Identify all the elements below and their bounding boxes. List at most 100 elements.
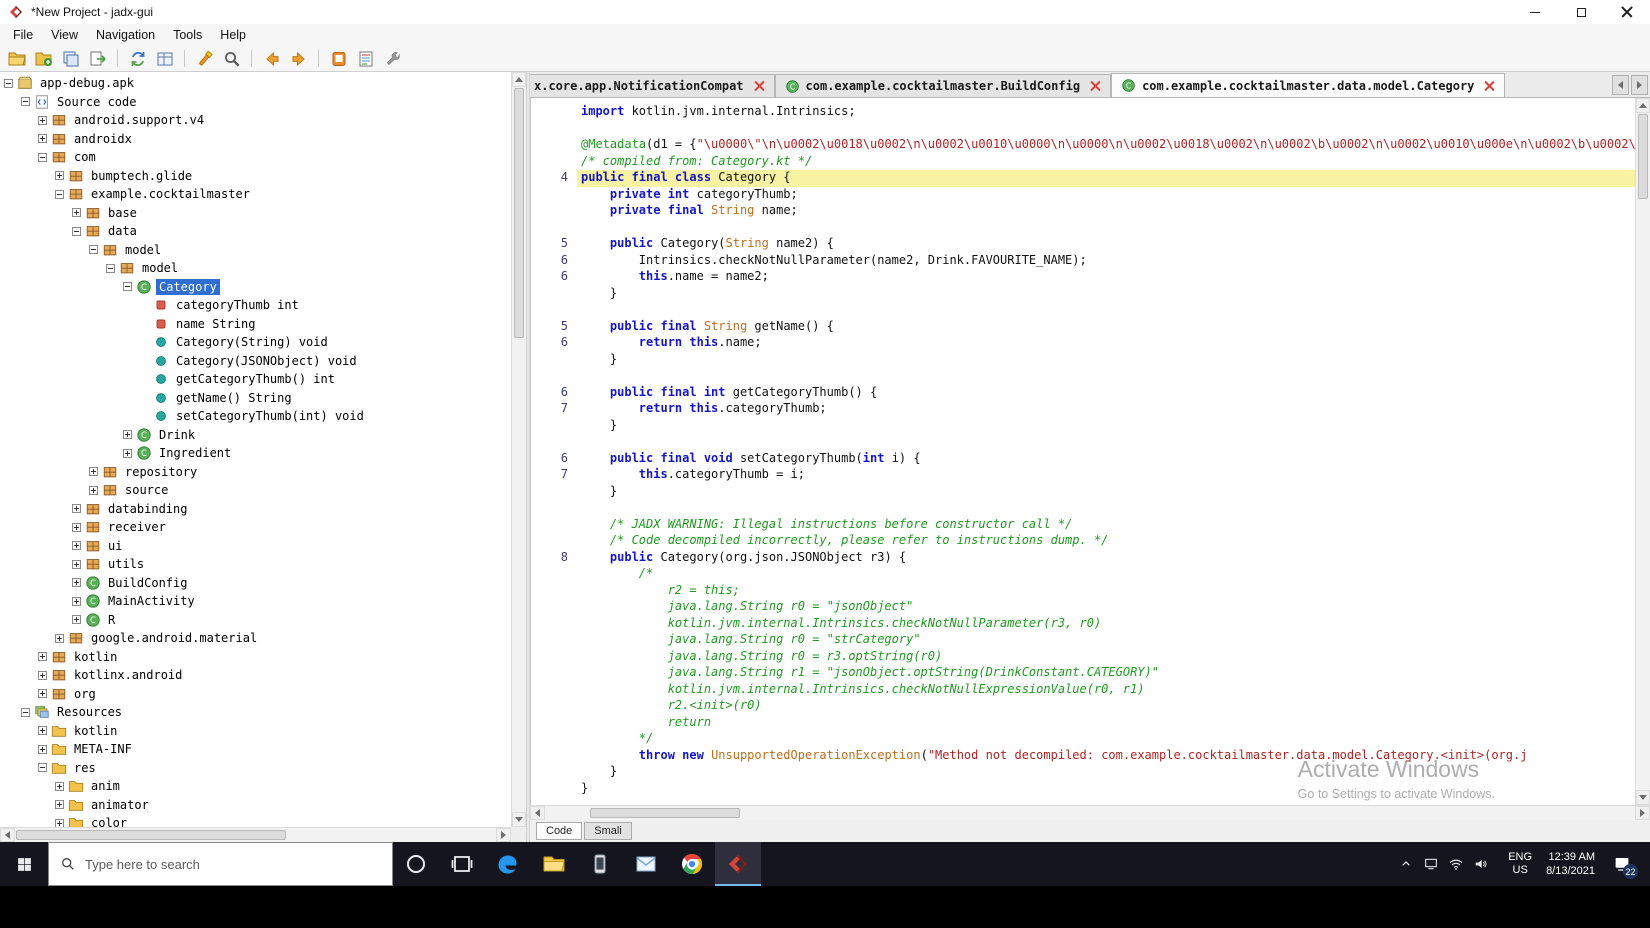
action-center-button[interactable]: 22 [1602, 842, 1642, 886]
minimize-button[interactable] [1512, 0, 1558, 24]
close-tab-icon[interactable] [1484, 80, 1495, 91]
maximize-button[interactable] [1558, 0, 1604, 24]
add-files-button[interactable] [31, 47, 56, 70]
reload-button[interactable] [125, 47, 150, 70]
tab-scroll-right-button[interactable] [1631, 75, 1648, 95]
expand-handle-icon[interactable] [55, 171, 64, 181]
open-file-button[interactable] [4, 47, 29, 70]
collapse-handle-icon[interactable] [123, 282, 132, 292]
expand-handle-icon[interactable] [55, 781, 64, 791]
tree-item-androidx[interactable]: androidx [0, 130, 511, 149]
jadx-taskbar-button[interactable] [715, 842, 761, 886]
expand-handle-icon[interactable] [55, 633, 64, 643]
tree-item-source-code[interactable]: Source code [0, 93, 511, 112]
collapse-handle-icon[interactable] [21, 97, 30, 107]
expand-handle-icon[interactable] [72, 522, 81, 532]
tree-item-setcategorythumb-int-void[interactable]: setCategoryThumb(int) void [0, 407, 511, 426]
mail-taskbar-button[interactable] [623, 842, 669, 886]
tree-item-app-debug-apk[interactable]: app-debug.apk [0, 74, 511, 93]
tree-item-category-jsonobject-void[interactable]: Category(JSONObject) void [0, 352, 511, 371]
preferences-button[interactable] [380, 47, 405, 70]
close-tab-icon[interactable] [754, 81, 765, 92]
tree-item-getcategorythumb-int[interactable]: getCategoryThumb() int [0, 370, 511, 389]
tree-item-getname-string[interactable]: getName() String [0, 389, 511, 408]
tree-item-data[interactable]: data [0, 222, 511, 241]
expand-handle-icon[interactable] [72, 559, 81, 569]
smali-tab[interactable]: Smali [584, 822, 632, 840]
close-tab-icon[interactable] [1090, 81, 1101, 92]
search-class-button[interactable] [219, 47, 244, 70]
tree-horizontal-scrollbar[interactable] [0, 827, 511, 842]
tree-item-kotlin[interactable]: kotlin [0, 722, 511, 741]
menu-item-navigation[interactable]: Navigation [87, 26, 164, 44]
editor-scroll-left-button[interactable] [530, 806, 545, 820]
expand-handle-icon[interactable] [55, 818, 64, 827]
menu-item-file[interactable]: File [4, 26, 42, 44]
menu-item-help[interactable]: Help [211, 26, 255, 44]
tree-item-kotlinx-android[interactable]: kotlinx.android [0, 666, 511, 685]
collapse-handle-icon[interactable] [21, 707, 30, 717]
tree-item-com[interactable]: com [0, 148, 511, 167]
task-view-button[interactable] [439, 842, 485, 886]
chrome-taskbar-button[interactable] [669, 842, 715, 886]
tree-item-categorythumb-int[interactable]: categoryThumb int [0, 296, 511, 315]
taskbar-search[interactable]: Type here to search [48, 842, 393, 886]
tree-item-meta-inf[interactable]: META-INF [0, 740, 511, 759]
edge-taskbar-button[interactable] [485, 842, 531, 886]
tree-item-ui[interactable]: ui [0, 537, 511, 556]
expand-handle-icon[interactable] [123, 448, 132, 458]
expand-handle-icon[interactable] [72, 578, 81, 588]
collapse-handle-icon[interactable] [106, 263, 115, 273]
file-explorer-taskbar-button[interactable] [531, 842, 577, 886]
collapse-handle-icon[interactable] [55, 189, 64, 199]
editor-hscroll-thumb[interactable] [590, 808, 740, 818]
editor-vertical-scrollbar[interactable] [1635, 98, 1650, 805]
editor-vscroll-thumb[interactable] [1638, 114, 1648, 199]
cortana-button[interactable] [393, 842, 439, 886]
editor-tab-x-core-app-notificationcompat[interactable]: x.core.app.NotificationCompat [530, 74, 775, 97]
phone-taskbar-button[interactable] [577, 842, 623, 886]
tree-item-model[interactable]: model [0, 259, 511, 278]
code-editor[interactable]: import kotlin.jvm.internal.Intrinsics; @M… [530, 98, 1635, 805]
tree-item-android-support-v4[interactable]: android.support.v4 [0, 111, 511, 130]
expand-handle-icon[interactable] [72, 541, 81, 551]
tree-item-example-cocktailmaster[interactable]: example.cocktailmaster [0, 185, 511, 204]
chevron-up-button[interactable] [1393, 842, 1418, 886]
tree-item-color[interactable]: color [0, 814, 511, 827]
expand-handle-icon[interactable] [89, 485, 98, 495]
expand-handle-icon[interactable] [38, 670, 47, 680]
tree-item-animator[interactable]: animator [0, 796, 511, 815]
expand-handle-icon[interactable] [123, 430, 132, 440]
save-all-button[interactable] [58, 47, 83, 70]
tree-item-name-string[interactable]: name String [0, 315, 511, 334]
collapse-handle-icon[interactable] [38, 152, 47, 162]
tree-hscroll-thumb[interactable] [16, 830, 286, 840]
tree-item-drink[interactable]: C Drink [0, 426, 511, 445]
expand-handle-icon[interactable] [72, 504, 81, 514]
tree-item-mainactivity[interactable]: C MainActivity [0, 592, 511, 611]
tree-item-kotlin[interactable]: kotlin [0, 648, 511, 667]
tree-item-org[interactable]: org [0, 685, 511, 704]
tree-item-bumptech-glide[interactable]: bumptech.glide [0, 167, 511, 186]
tree-item-buildconfig[interactable]: C BuildConfig [0, 574, 511, 593]
expand-handle-icon[interactable] [38, 689, 47, 699]
export-code-button[interactable] [85, 47, 110, 70]
menu-item-tools[interactable]: Tools [164, 26, 211, 44]
tree-item-base[interactable]: base [0, 204, 511, 223]
open-device-button[interactable] [326, 47, 351, 70]
editor-horizontal-scrollbar[interactable] [530, 805, 1650, 820]
tree-item-source[interactable]: source [0, 481, 511, 500]
editor-scroll-down-button[interactable] [1636, 790, 1650, 805]
language-indicator[interactable]: ENG US [1501, 851, 1539, 877]
editor-scroll-right-button[interactable] [1635, 806, 1650, 820]
tree-item-category-string-void[interactable]: Category(String) void [0, 333, 511, 352]
tree-item-google-android-material[interactable]: google.android.material [0, 629, 511, 648]
back-button[interactable] [259, 47, 284, 70]
expand-handle-icon[interactable] [72, 208, 81, 218]
start-button[interactable] [0, 842, 48, 886]
scroll-right-button[interactable] [496, 828, 511, 842]
scroll-up-button[interactable] [512, 72, 526, 87]
tree-vscroll-thumb[interactable] [514, 88, 524, 338]
scroll-down-button[interactable] [512, 812, 526, 827]
code-tab[interactable]: Code [536, 822, 583, 840]
